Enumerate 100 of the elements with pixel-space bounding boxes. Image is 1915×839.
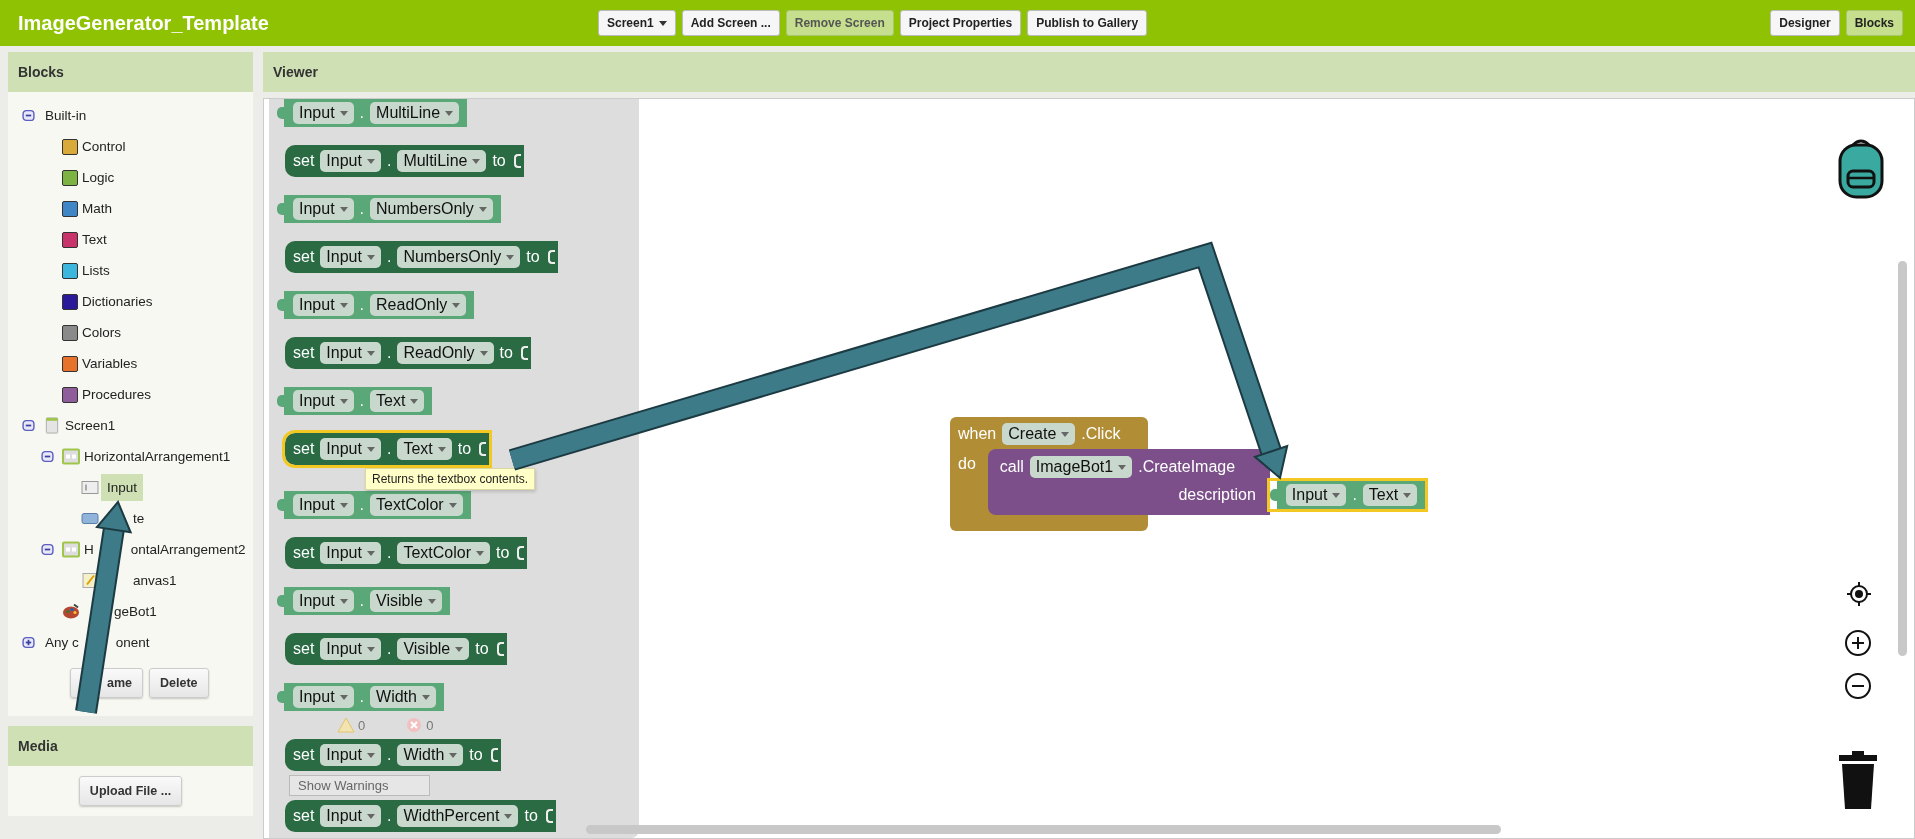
dropdown-field[interactable]: Text	[1362, 484, 1418, 506]
dropdown-field[interactable]: Input	[293, 590, 354, 612]
caret-icon	[366, 254, 375, 260]
collapse-icon[interactable]	[22, 419, 35, 432]
dropdown-field[interactable]: Visible	[370, 590, 442, 612]
dropdown-field[interactable]: Input	[293, 198, 354, 220]
dropdown-field[interactable]: Text	[397, 438, 452, 460]
method-call-block[interactable]: call ImageBot1 .CreateImage description	[987, 449, 1270, 515]
dropdown-field[interactable]: Input	[1285, 484, 1347, 506]
block-keyword: set	[293, 440, 315, 458]
tree-item[interactable]: Screen1	[63, 415, 118, 436]
view-tab[interactable]: Blocks	[1845, 10, 1903, 36]
dropdown-field[interactable]: Create	[1002, 423, 1076, 445]
dropdown-field[interactable]: Input	[320, 438, 381, 460]
toolbar-button[interactable]: Publish to Gallery	[1027, 10, 1148, 36]
tree-item[interactable]: ontalArrangement2	[128, 539, 248, 560]
dropdown-field[interactable]: Input	[293, 494, 354, 516]
dropdown-field[interactable]: Input	[320, 246, 381, 268]
getter-block[interactable]: Input . Width	[277, 683, 444, 711]
setter-block[interactable]: set Input . TextColor to	[285, 537, 528, 569]
dropdown-field[interactable]: NumbersOnly	[397, 246, 521, 268]
dropdown-field[interactable]: NumbersOnly	[370, 198, 493, 220]
tree-item[interactable]: Lists	[80, 260, 112, 281]
tree-item[interactable]: Dictionaries	[80, 291, 155, 312]
textbox-icon	[81, 479, 99, 496]
upload-button[interactable]: Upload File ...	[78, 776, 183, 806]
tree-item[interactable]: anvas1	[131, 570, 179, 591]
block-dot: .	[359, 392, 365, 410]
tree-item[interactable]: Built-in	[43, 105, 89, 126]
tree-item[interactable]: onent	[113, 632, 152, 653]
setter-block[interactable]: set Input . MultiLine to	[285, 145, 524, 177]
tree-item[interactable]: HorizontalArrangement1	[82, 446, 233, 467]
error-icon	[405, 717, 424, 733]
backpack-icon[interactable]	[1836, 137, 1886, 199]
tree-item[interactable]: Logic	[80, 167, 117, 188]
setter-block[interactable]: set Input . Text to	[285, 433, 490, 465]
tree-item[interactable]: Control	[80, 136, 128, 157]
dropdown-field[interactable]: Text	[370, 390, 425, 412]
show-warnings-button[interactable]: Show Warnings	[289, 775, 430, 796]
dropdown-field[interactable]: Input	[320, 150, 381, 172]
toolbar-button[interactable]: Add Screen ...	[681, 10, 780, 36]
horizontal-scrollbar[interactable]	[586, 825, 1501, 834]
getter-block[interactable]: Input . MultiLine	[277, 99, 468, 127]
expand-icon[interactable]	[22, 636, 35, 649]
tree-item[interactable]: Colors	[80, 322, 123, 343]
getter-block[interactable]: Input . ReadOnly	[277, 291, 475, 319]
tree-item[interactable]: Text	[80, 229, 109, 250]
collapse-icon[interactable]	[41, 450, 54, 463]
zoom-in-icon[interactable]	[1844, 629, 1872, 657]
collapse-icon[interactable]	[22, 109, 35, 122]
tree-item[interactable]: te	[131, 508, 147, 529]
dropdown-field[interactable]: Input	[293, 294, 354, 316]
setter-block[interactable]: set Input . Width to	[285, 739, 501, 771]
setter-block[interactable]: set Input . ReadOnly to	[285, 337, 531, 369]
dropdown-field[interactable]: MultiLine	[370, 102, 460, 124]
getter-block[interactable]: Input . Visible	[277, 587, 450, 615]
setter-block[interactable]: set Input . Visible to	[285, 633, 507, 665]
tree-item[interactable]: H	[82, 539, 96, 560]
tree-item[interactable]: Any c	[43, 632, 81, 653]
dropdown-field[interactable]: ReadOnly	[397, 342, 494, 364]
dropdown-field[interactable]: Input	[320, 744, 381, 766]
dropdown-field[interactable]: ReadOnly	[370, 294, 467, 316]
dropdown-field[interactable]: ImageBot1	[1029, 456, 1133, 478]
dropdown-field[interactable]: Input	[293, 102, 354, 124]
vertical-scrollbar[interactable]	[1898, 261, 1907, 656]
tree-item[interactable]: Procedures	[80, 384, 154, 405]
blocks-workspace[interactable]	[263, 98, 1915, 839]
getter-block[interactable]: Input . NumbersOnly	[277, 195, 501, 223]
getter-block[interactable]: Input . TextColor	[277, 491, 471, 519]
dropdown-field[interactable]: Input	[320, 638, 381, 660]
view-tab[interactable]: Designer	[1770, 10, 1840, 36]
dropdown-field[interactable]: Input	[320, 342, 381, 364]
toolbar-button[interactable]: Project Properties	[899, 10, 1022, 36]
dropdown-field[interactable]: Input	[320, 805, 381, 827]
collapse-icon[interactable]	[41, 543, 54, 556]
dropdown-field[interactable]: Width	[370, 686, 436, 708]
dropdown-field[interactable]: Visible	[397, 638, 470, 660]
dropdown-field[interactable]: Input	[293, 390, 354, 412]
tree-item[interactable]: geBot1	[112, 601, 159, 622]
dropdown-field[interactable]: TextColor	[397, 542, 490, 564]
tree-item[interactable]: Variables	[80, 353, 140, 374]
getter-block[interactable]: Input . Text	[1269, 481, 1426, 509]
dropdown-field[interactable]: MultiLine	[397, 150, 487, 172]
tree-item[interactable]: Input	[101, 474, 144, 501]
getter-block[interactable]: Input . Text	[277, 387, 433, 415]
dropdown-field[interactable]: WidthPercent	[397, 805, 519, 827]
dropdown-field[interactable]: Input	[293, 686, 354, 708]
dropdown-field[interactable]: TextColor	[370, 494, 463, 516]
app-title: ImageGenerator_Template	[18, 11, 270, 35]
dropdown-field[interactable]: Input	[320, 542, 381, 564]
tree-item[interactable]: Math	[80, 198, 114, 219]
setter-block[interactable]: set Input . NumbersOnly to	[285, 241, 558, 273]
screen-dropdown[interactable]: Screen1	[598, 10, 676, 36]
recenter-icon[interactable]	[1846, 581, 1872, 607]
trash-icon[interactable]	[1839, 751, 1877, 809]
dropdown-field[interactable]: Width	[397, 744, 464, 766]
setter-block[interactable]: set Input . WidthPercent to	[285, 800, 556, 832]
panel-button[interactable]: Delete	[149, 668, 209, 698]
block-dot: .	[386, 440, 392, 458]
zoom-out-icon[interactable]	[1844, 672, 1872, 700]
